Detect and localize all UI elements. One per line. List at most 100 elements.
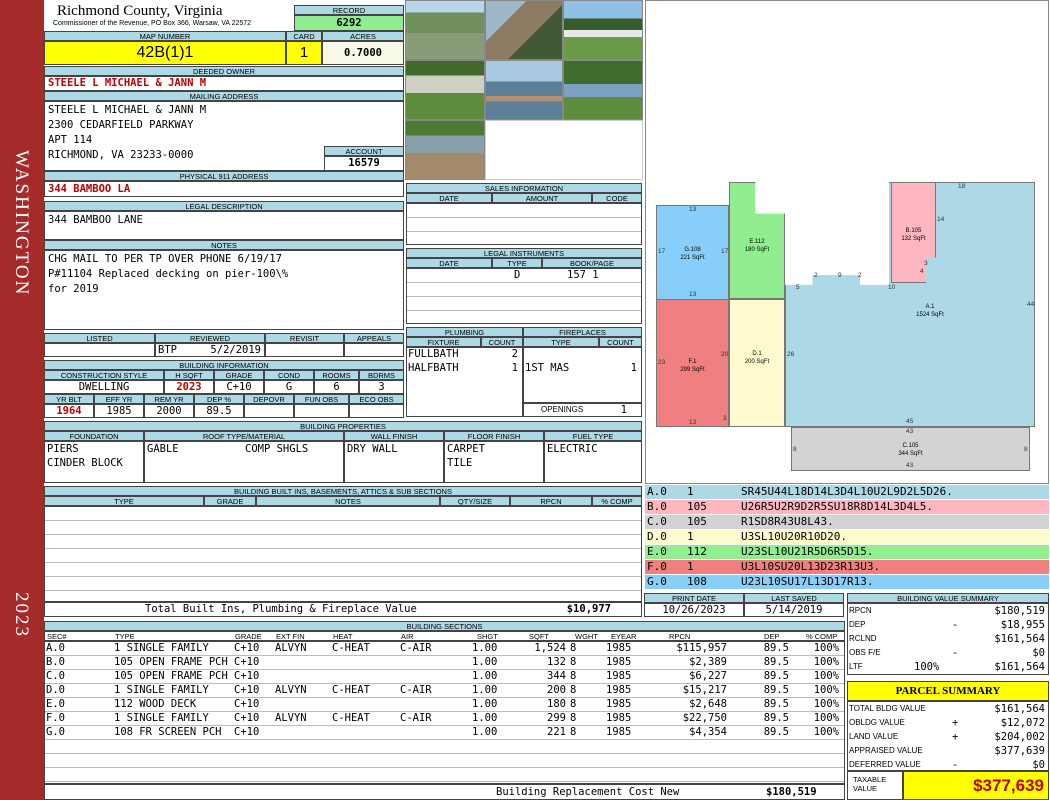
traverse-row[interactable]: D.0 1 U3SL10U20R10D20. xyxy=(645,530,1049,544)
builtins-total-value: $10,977 xyxy=(566,603,611,615)
section-cell: 1.00 xyxy=(472,642,498,654)
section-column-header: % COMP xyxy=(806,632,838,641)
section-cell: 221 xyxy=(547,726,566,738)
roof-type: GABLE xyxy=(147,443,179,455)
fireplace-count-header: COUNT xyxy=(599,337,642,347)
dimension-label: 10 xyxy=(888,284,896,291)
dimension-label: 17 xyxy=(721,248,729,255)
traverse-row[interactable]: C.0 105 R1SD8R43U8L43. xyxy=(645,515,1049,529)
card-value: 1 xyxy=(286,41,322,65)
sketch-panel[interactable]: G.108 221 SqFt E.112 180 SqFt F.1 299 SqFt … xyxy=(645,0,1049,484)
dimension-label: 2 xyxy=(858,272,862,279)
sections-total-row: Building Replacement Cost New $180,519 xyxy=(44,784,845,800)
depovr-header: DEPOVR xyxy=(244,394,294,404)
last-saved-header: LAST SAVED xyxy=(744,593,844,603)
floor-line: CARPET xyxy=(447,443,485,455)
section-cell: C+10 xyxy=(234,670,260,682)
cond-value: G xyxy=(264,380,314,394)
hsqft-value: 2023 xyxy=(164,380,214,394)
legal-description-header: LEGAL DESCRIPTION xyxy=(44,201,404,211)
sketch-label: G.108 221 SqFt xyxy=(680,247,705,261)
owner-value: STEELE L MICHAEL & JANN M xyxy=(44,76,404,91)
property-photo[interactable] xyxy=(485,60,563,120)
section-cell: A.0 xyxy=(46,642,65,654)
section-cell: C-HEAT xyxy=(332,712,370,724)
openings-value: 1 xyxy=(620,404,627,416)
property-photo[interactable] xyxy=(405,0,485,60)
traverse-row[interactable]: A.0 1 SR45U44L18D14L3D4L10U2L9D2L5D26. xyxy=(645,485,1049,499)
section-cell: 180 xyxy=(547,698,566,710)
section-row[interactable]: E.0 112 WOOD DECK C+10 1.00 180 8 1985 $2,648 89… xyxy=(44,697,845,711)
property-photo[interactable] xyxy=(563,0,643,60)
dimension-label: 23 xyxy=(658,359,666,366)
map-number-value: 42B(1)1 xyxy=(44,41,286,65)
section-row[interactable]: C.0 105 OPEN FRAME PCH C+10 1.00 344 8 1985 $6,… xyxy=(44,669,845,683)
section-cell: 1985 xyxy=(606,670,632,682)
funobs-header: FUN OBS xyxy=(294,394,349,404)
traverse-path: U23SL10U21R5D6R5D15. xyxy=(741,545,874,558)
section-column-header: HEAT xyxy=(333,632,353,641)
account-value: 16579 xyxy=(324,156,404,171)
section-cell: B.0 xyxy=(46,656,65,668)
bdrms-header: BDRMS xyxy=(359,370,404,380)
section-cell: C+10 xyxy=(234,642,260,654)
dimension-label: 8 xyxy=(793,446,797,453)
cond-header: COND xyxy=(264,370,314,380)
instruments-book-header: BOOK/PAGE xyxy=(542,258,642,268)
sales-date-header: DATE xyxy=(406,193,492,203)
builtins-total-row: Total Built Ins, Plumbing & Fireplace Va… xyxy=(44,602,642,617)
section-row[interactable]: A.0 1 SINGLE FAMILY C+10 ALVYN C-HEAT C-AIR 1.… xyxy=(44,641,845,655)
traverse-row[interactable]: B.0 105 U26R5U2R9D2R5SU18R8D14L3D4L5. xyxy=(645,500,1049,514)
section-column-header: EXT FIN xyxy=(276,632,305,641)
plumbing-fixture: HALFBATH xyxy=(408,362,459,374)
sketch-section-f[interactable]: F.1 299 SqFt xyxy=(656,299,729,427)
section-row[interactable]: B.0 105 OPEN FRAME PCH C+10 1.00 132 8 1985 $2,… xyxy=(44,655,845,669)
remyr-header: REM YR xyxy=(144,394,194,404)
floor-value: CARPET TILE xyxy=(444,441,544,483)
fireplace-type-header: TYPE xyxy=(523,337,599,347)
property-photo[interactable] xyxy=(485,0,563,60)
plumbing-count: 1 xyxy=(511,362,518,374)
section-row[interactable]: D.0 1 SINGLE FAMILY C+10 ALVYN C-HEAT C-AIR 1.… xyxy=(44,683,845,697)
section-cell: ALVYN xyxy=(275,642,307,654)
instruments-type-header: TYPE xyxy=(492,258,542,268)
notes-line: for 2019 xyxy=(48,283,99,295)
traverse-row[interactable]: F.0 1 U3L10SU20L13D23R13U3. xyxy=(645,560,1049,574)
sketch-section-d[interactable]: D.1 200 SqFt xyxy=(729,299,785,427)
wall-value: DRY WALL xyxy=(344,441,444,483)
dimension-label: 43 xyxy=(906,462,914,469)
sketch-section-g[interactable]: G.108 221 SqFt xyxy=(656,205,729,300)
builtins-header: BUILDING BUILT INS, BASEMENTS, ATTICS & … xyxy=(44,486,642,496)
parcel-row: TOTAL BLDG VALUE $161,564 xyxy=(849,703,1045,715)
rooms-value: 6 xyxy=(314,380,359,394)
yrblt-value: 1964 xyxy=(44,404,94,418)
ecoobs-header: ECO OBS xyxy=(349,394,404,404)
property-photo[interactable] xyxy=(405,120,485,180)
section-cell: 1,524 xyxy=(534,642,566,654)
rooms-header: ROOMS xyxy=(314,370,359,380)
property-photo[interactable] xyxy=(405,60,485,120)
grade-value: C+10 xyxy=(214,380,264,394)
mailing-line: STEELE L MICHAEL & JANN M xyxy=(48,104,207,116)
parcel-row: OBLDG VALUE + $12,072 xyxy=(849,717,1045,729)
section-row[interactable]: G.0 108 FR SCREEN PCH C+10 1.00 221 8 1985 $4,3… xyxy=(44,725,845,739)
traverse-path: U26R5U2R9D2R5SU18R8D14L3D4L5. xyxy=(741,500,934,513)
traverse-n: 112 xyxy=(687,545,707,558)
traverse-row[interactable]: E.0 112 U23SL10U21R5D6R5D15. xyxy=(645,545,1049,559)
section-row[interactable]: F.0 1 SINGLE FAMILY C+10 ALVYN C-HEAT C-AIR 1.… xyxy=(44,711,845,725)
physical-address-header: PHYSICAL 911 ADDRESS xyxy=(44,171,404,181)
fireplaces-header: FIREPLACES xyxy=(523,327,642,337)
traverse-path: U23L10SU17L13D17R13. xyxy=(741,575,874,588)
traverse-row[interactable]: G.0 108 U23L10SU17L13D17R13. xyxy=(645,575,1049,589)
dep-value: 89.5 xyxy=(194,404,244,418)
section-cell: 1 SINGLE FAMILY xyxy=(114,684,209,696)
section-cell: F.0 xyxy=(46,712,65,724)
style-value: DWELLING xyxy=(44,380,164,394)
fireplace-row: 1ST MAS 1 xyxy=(524,362,641,376)
property-photo[interactable] xyxy=(563,60,643,120)
section-cell: E.0 xyxy=(46,698,65,710)
section-cell: 1985 xyxy=(606,698,632,710)
record-value: 6292 xyxy=(294,15,404,31)
sketch-section-e[interactable]: E.112 180 SqFt xyxy=(729,182,785,299)
section-cell: 8 xyxy=(570,642,577,654)
